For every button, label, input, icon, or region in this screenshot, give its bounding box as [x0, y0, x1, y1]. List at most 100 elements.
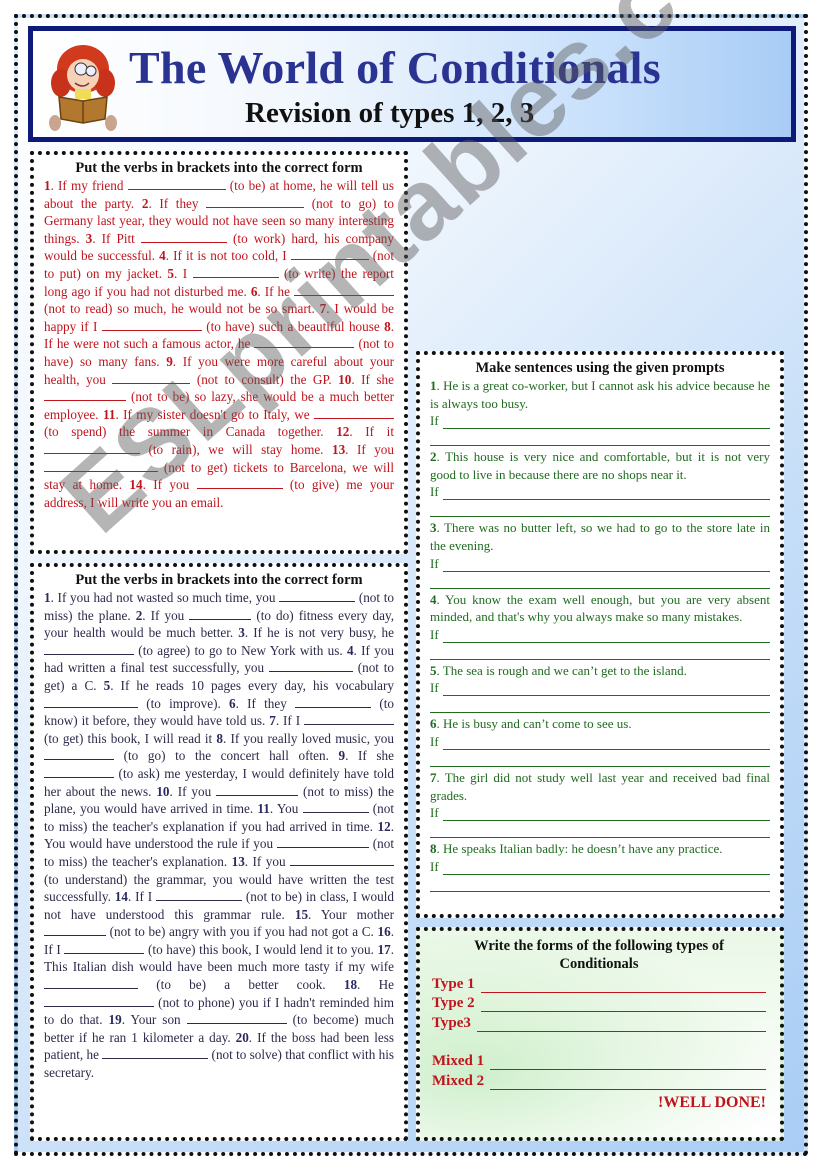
prompt-number: 6: [430, 716, 437, 732]
prompt-item: 6. He is busy and can’t come to see us. I…: [430, 715, 770, 767]
type-answer-line[interactable]: [476, 1018, 766, 1032]
answer-blank[interactable]: [112, 372, 191, 384]
answer-blank[interactable]: [44, 977, 138, 990]
prompt-text: 8. He speaks Italian badly: he doesn’t h…: [430, 841, 723, 857]
answer-rule[interactable]: [442, 630, 770, 643]
item-number: 12: [336, 424, 350, 440]
answer-blank[interactable]: [44, 442, 140, 454]
answer-blank[interactable]: [206, 196, 305, 208]
item-number: 8: [384, 318, 391, 334]
prompt-number: 3: [430, 520, 437, 536]
answer-blank[interactable]: [290, 854, 394, 866]
answer-blank[interactable]: [254, 336, 355, 349]
if-label: If: [430, 680, 439, 696]
answer-rule[interactable]: [442, 416, 770, 430]
exercise-2-title: Put the verbs in brackets into the corre…: [75, 572, 363, 588]
answer-blank[interactable]: [44, 460, 158, 472]
type-answer-line[interactable]: [490, 1076, 766, 1090]
answer-blank[interactable]: [196, 477, 283, 490]
type-row: Type 2: [432, 993, 766, 1012]
answer-blank[interactable]: [44, 766, 114, 778]
type-label: Type3: [432, 1014, 471, 1031]
prompt-text: 2. This house is very nice and comfortab…: [430, 449, 770, 482]
answer-blank[interactable]: [64, 942, 145, 954]
answer-rule-continuation[interactable]: [430, 429, 770, 447]
type-answer-line[interactable]: [480, 979, 766, 993]
item-number: 8: [216, 730, 224, 746]
answer-blank[interactable]: [44, 643, 134, 655]
prompt-text: 4. You know the exam well enough, but yo…: [430, 591, 770, 625]
exercise-2-text: 1. If you had not wasted so much time, y…: [44, 589, 394, 1082]
answer-rule-continuation[interactable]: [430, 875, 770, 892]
answer-blank[interactable]: [192, 266, 279, 278]
answer-blank[interactable]: [101, 319, 202, 331]
if-label: If: [430, 413, 439, 429]
answer-blank[interactable]: [102, 1047, 209, 1060]
answer-rule-continuation[interactable]: [430, 643, 770, 660]
well-done-text: !WELL DONE!: [657, 1093, 766, 1111]
answer-rule-continuation[interactable]: [430, 821, 770, 839]
prompt-number: 2: [430, 449, 437, 465]
item-number: 17: [377, 941, 391, 957]
answer-line[interactable]: If: [430, 483, 770, 501]
answer-blank[interactable]: [276, 836, 369, 849]
item-number: 6: [229, 695, 236, 711]
answer-rule-continuation[interactable]: [430, 696, 770, 714]
answer-rule-continuation[interactable]: [430, 750, 770, 767]
answer-blank[interactable]: [189, 608, 252, 620]
page-subtitle: Revision of types 1, 2, 3: [245, 97, 535, 129]
answer-rule-continuation[interactable]: [430, 572, 770, 589]
answer-blank[interactable]: [44, 924, 106, 937]
answer-blank[interactable]: [216, 784, 299, 796]
item-number: 12: [377, 818, 391, 834]
type-row: Type 1: [432, 973, 766, 993]
prompt-number: 7: [430, 769, 437, 785]
prompt-text: 1. He is a great co-worker, but I cannot…: [430, 378, 770, 411]
answer-line[interactable]: If: [430, 555, 770, 572]
answer-line[interactable]: If: [430, 733, 770, 750]
answer-line[interactable]: If: [430, 804, 770, 822]
prompt-text: 7. The girl did not study well last year…: [430, 769, 770, 803]
type-answer-line[interactable]: [490, 1056, 766, 1070]
type-row: Mixed 1: [432, 1051, 766, 1070]
answer-line[interactable]: If: [430, 679, 770, 697]
answer-rule[interactable]: [442, 737, 770, 750]
item-number: 9: [166, 353, 173, 369]
answer-blank[interactable]: [279, 590, 356, 602]
answer-blank[interactable]: [127, 178, 226, 190]
answer-blank[interactable]: [44, 995, 154, 1007]
answer-blank[interactable]: [295, 696, 372, 708]
answer-blank[interactable]: [302, 801, 369, 814]
answer-blank[interactable]: [304, 713, 394, 726]
answer-rule[interactable]: [442, 862, 770, 875]
prompt-item: 7. The girl did not study well last year…: [430, 769, 770, 839]
answer-blank[interactable]: [186, 1012, 287, 1025]
answer-blank[interactable]: [294, 284, 394, 296]
answer-blank[interactable]: [156, 889, 243, 902]
answer-rule[interactable]: [442, 683, 770, 697]
answer-line[interactable]: If: [430, 412, 770, 430]
type-answer-line[interactable]: [480, 998, 766, 1012]
answer-line[interactable]: If: [430, 858, 770, 875]
answer-blank[interactable]: [44, 748, 114, 761]
answer-blank[interactable]: [314, 407, 394, 419]
exercise-2-box: Put the verbs in brackets into the corre…: [30, 563, 408, 1141]
answer-rule[interactable]: [442, 559, 770, 572]
if-label: If: [430, 626, 439, 642]
answer-blank[interactable]: [44, 389, 126, 402]
prompt-number: 5: [430, 662, 437, 678]
answer-rule[interactable]: [442, 808, 770, 822]
item-number: 7: [269, 713, 276, 729]
prompt-number: 4: [430, 591, 437, 607]
item-number: 2: [141, 195, 149, 211]
answer-rule[interactable]: [442, 487, 770, 501]
exercise-4-title-line-1: Write the forms of the following types o…: [474, 938, 724, 954]
answer-blank[interactable]: [290, 248, 369, 261]
answer-blank[interactable]: [268, 660, 353, 673]
answer-blank[interactable]: [44, 696, 138, 708]
answer-line[interactable]: If: [430, 626, 770, 643]
type-label: Type 2: [432, 995, 475, 1011]
answer-rule-continuation[interactable]: [430, 500, 770, 518]
answer-blank[interactable]: [140, 231, 227, 243]
